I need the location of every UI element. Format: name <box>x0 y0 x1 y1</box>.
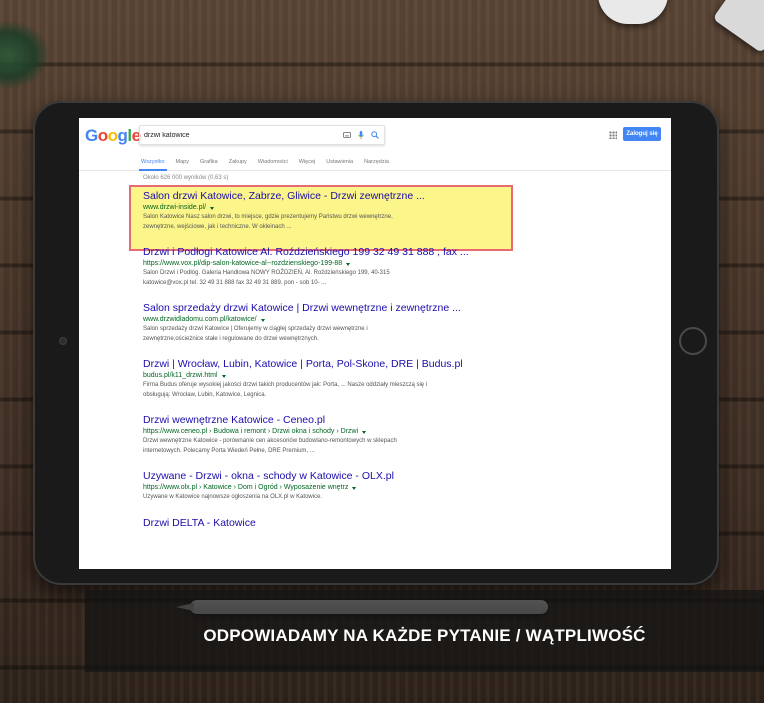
tab-images[interactable]: Grafika <box>200 155 218 170</box>
result-snippet: obsługują: Wrocław, Lubin, Katowice, Leg… <box>143 391 267 398</box>
tablet-home-button[interactable] <box>679 327 707 355</box>
result-url: https://www.vox.pl/dip-salon-katowice-al… <box>143 259 513 269</box>
result-title-link[interactable]: Drzwi i Podłogi Katowice Al. Roździeński… <box>143 246 513 259</box>
result-title-link[interactable]: Drzwi DELTA - Katowice <box>143 517 513 530</box>
result-title-link[interactable]: Salon drzwi Katowice, Zabrze, Gliwice - … <box>143 190 513 203</box>
plant-decoration <box>0 20 50 90</box>
result-title-link[interactable]: Salon sprzedaży drzwi Katowice | Drzwi w… <box>143 302 513 315</box>
tablet-device: Google Zaloguj się Wszystko Mapy Grafika <box>33 101 719 585</box>
result-snippet: Firma Budus oferuje wysokiej jakości drz… <box>143 382 428 388</box>
result-snippet: zewnętrzne,ościeżnice stałe i regulowane… <box>143 335 319 342</box>
search-result: Drzwi wewnętrzne Katowice - Ceneo.pl htt… <box>143 414 513 456</box>
tablet-camera <box>59 337 67 345</box>
banner-text: ODPOWIADAMY NA KAŻDE PYTANIE / WĄTPLIWOŚ… <box>203 626 646 645</box>
caption-banner: ODPOWIADAMY NA KAŻDE PYTANIE / WĄTPLIWOŚ… <box>85 590 764 672</box>
result-url: www.drzwi-inside.pl/ <box>143 203 513 213</box>
result-snippet: Salon Katowice Nasz salon drzwi, to miej… <box>143 214 393 220</box>
result-url: budus.pl/k11_drzwi.html <box>143 371 513 381</box>
search-result: Drzwi | Wrocław, Lubin, Katowice | Porta… <box>143 358 513 400</box>
search-box[interactable] <box>139 125 385 145</box>
result-url: https://www.ceneo.pl › Budowa i remont ›… <box>143 427 513 437</box>
result-snippet: katowice@vox.pl tel. 32 49 31 888 fax 32… <box>143 279 327 286</box>
tab-news[interactable]: Wiadomości <box>258 155 288 170</box>
keyboard-icon[interactable] <box>342 130 352 140</box>
google-header: Google Zaloguj się <box>79 118 671 155</box>
search-tabs: Wszystko Mapy Grafika Zakupy Wiadomości … <box>79 155 671 171</box>
result-url: www.drzwidladomu.com.pl/katowice/ <box>143 315 513 325</box>
search-result: Salon sprzedaży drzwi Katowice | Drzwi w… <box>143 302 513 344</box>
chevron-down-icon[interactable] <box>362 430 367 434</box>
chevron-down-icon[interactable] <box>221 374 226 378</box>
result-title-link[interactable]: Drzwi | Wrocław, Lubin, Katowice | Porta… <box>143 358 513 371</box>
login-button[interactable]: Zaloguj się <box>623 127 661 141</box>
tab-tools[interactable]: Narzędzia <box>364 155 389 170</box>
tablet-screen: Google Zaloguj się Wszystko Mapy Grafika <box>79 118 671 569</box>
search-icon[interactable] <box>370 130 380 140</box>
chevron-down-icon[interactable] <box>352 486 357 490</box>
google-logo[interactable]: Google <box>85 126 141 146</box>
chevron-down-icon[interactable] <box>346 262 351 266</box>
chevron-down-icon[interactable] <box>260 318 265 322</box>
result-snippet: Uzywane w Katowice najnowsze ogłoszenia … <box>143 494 323 500</box>
result-snippet: zewnętrzne, wejściowe, jak i techniczne.… <box>143 223 292 230</box>
apps-grid-icon[interactable] <box>609 131 617 139</box>
result-snippet: Salon sprzedaży drzwi Katowice | Oferuje… <box>143 326 368 332</box>
tab-shopping[interactable]: Zakupy <box>229 155 247 170</box>
result-snippet: Drzwi wewnętrzne Katowice - porównanie c… <box>143 438 397 444</box>
search-result: Salon drzwi Katowice, Zabrze, Gliwice - … <box>143 190 513 232</box>
search-results: Salon drzwi Katowice, Zabrze, Gliwice - … <box>143 190 513 544</box>
search-result: Drzwi DELTA - Katowice <box>143 517 513 530</box>
search-result: Drzwi i Podłogi Katowice Al. Roździeński… <box>143 246 513 288</box>
tab-maps[interactable]: Mapy <box>176 155 189 170</box>
tab-more[interactable]: Więcej <box>299 155 316 170</box>
search-input[interactable] <box>144 131 338 139</box>
tab-settings[interactable]: Ustawienia <box>326 155 353 170</box>
tab-all[interactable]: Wszystko <box>139 155 167 171</box>
search-result: Uzywane - Drzwi - okna - schody w Katowi… <box>143 470 513 503</box>
result-url: https://www.olx.pl › Katowice › Dom i Og… <box>143 483 513 493</box>
result-title-link[interactable]: Uzywane - Drzwi - okna - schody w Katowi… <box>143 470 513 483</box>
result-snippet: Salon Drzwi i Podłóg. Galeria Handlowa N… <box>143 270 390 276</box>
result-stats: Około 626 000 wyników (0,63 s) <box>143 175 229 181</box>
result-title-link[interactable]: Drzwi wewnętrzne Katowice - Ceneo.pl <box>143 414 513 427</box>
chevron-down-icon[interactable] <box>210 206 215 210</box>
result-snippet: internetowych. Polecamy Porta Wiedeń Peł… <box>143 447 315 454</box>
microphone-icon[interactable] <box>356 130 366 140</box>
